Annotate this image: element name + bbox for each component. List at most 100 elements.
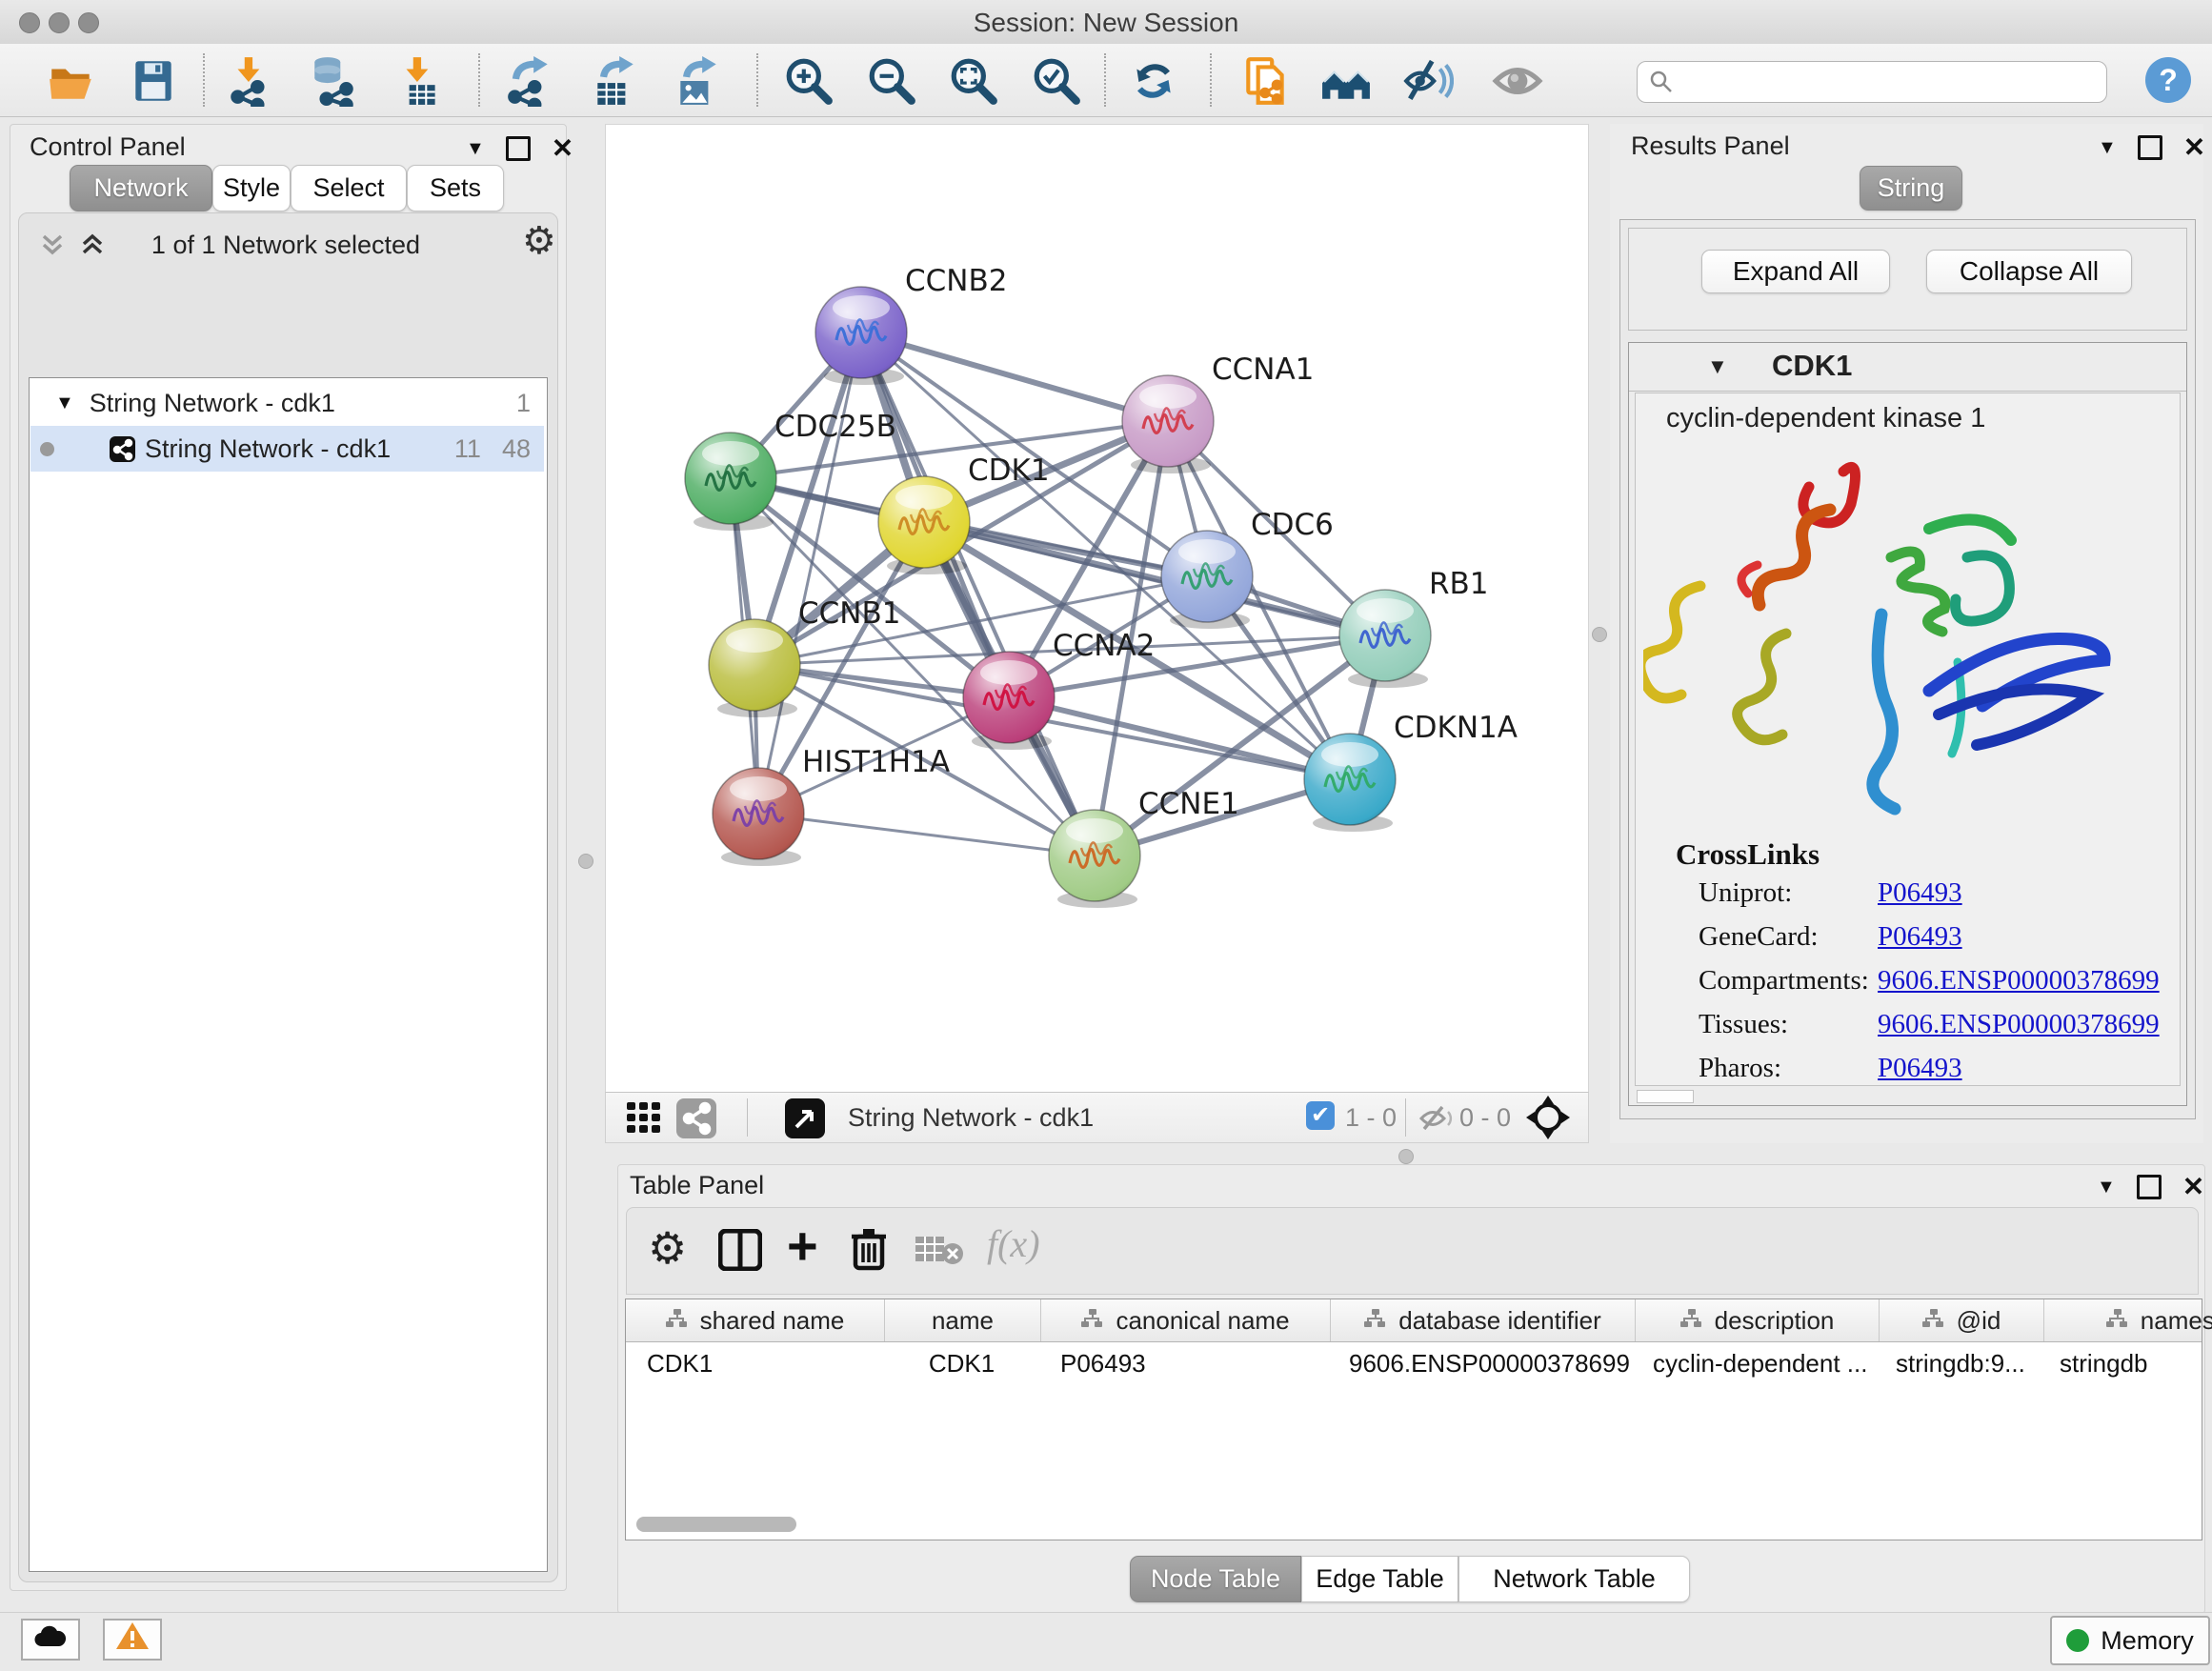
crosslink-link[interactable]: 9606.ENSP00000378699: [1878, 1009, 2160, 1040]
zoom-fit-icon[interactable]: [948, 55, 999, 107]
zoom-in-icon[interactable]: [783, 55, 835, 107]
table-hscrollbar[interactable]: [636, 1517, 796, 1532]
tab-style[interactable]: Style: [212, 165, 291, 211]
export-network-icon[interactable]: [504, 55, 555, 107]
tab-edge-table[interactable]: Edge Table: [1301, 1556, 1458, 1602]
search-input[interactable]: [1637, 61, 2107, 103]
zoom-out-icon[interactable]: [866, 55, 917, 107]
cloud-status-icon[interactable]: [21, 1619, 80, 1661]
float-panel-icon[interactable]: [506, 136, 531, 161]
node-CCNB1[interactable]: CCNB1: [709, 596, 900, 717]
section-expand-icon[interactable]: ▼: [1707, 354, 1728, 379]
close-panel-icon[interactable]: ✕: [2183, 138, 2205, 157]
network-collection-row[interactable]: ▼ String Network - cdk1 1: [30, 380, 544, 426]
expand-all-button[interactable]: Expand All: [1701, 250, 1890, 293]
warning-status-icon[interactable]: [103, 1619, 162, 1661]
node-RB1[interactable]: RB1: [1339, 567, 1489, 688]
edge-CCNB2-CCNA1[interactable]: [861, 332, 1168, 421]
column-header-database-identifier[interactable]: database identifier: [1331, 1299, 1636, 1341]
network-row[interactable]: String Network - cdk1 11 48: [30, 426, 544, 472]
tab-network-table[interactable]: Network Table: [1458, 1556, 1690, 1602]
open-session-icon[interactable]: [46, 55, 97, 107]
column-header-namespace[interactable]: namespace: [2044, 1299, 2212, 1341]
column-label: canonical name: [1116, 1306, 1289, 1336]
show-all-icon[interactable]: [1492, 55, 1543, 107]
import-network-icon[interactable]: [225, 55, 276, 107]
import-network-from-database-icon[interactable]: [308, 55, 359, 107]
tab-sets[interactable]: Sets: [407, 165, 504, 211]
open-in-new-window-icon[interactable]: [785, 1098, 825, 1138]
crosslink-link[interactable]: 9606.ENSP00000378699: [1878, 965, 2160, 997]
table-cell[interactable]: CDK1: [626, 1342, 884, 1384]
network-view-toolbar: String Network - cdk1 ✔ 1 - 0 0 - 0: [605, 1092, 1589, 1143]
results-hscrollbar[interactable]: [1637, 1090, 1694, 1103]
crosslink-link[interactable]: P06493: [1878, 1053, 1962, 1084]
share-network-icon[interactable]: [676, 1098, 716, 1138]
toolbar-divider: [756, 53, 758, 107]
crosslink-link[interactable]: P06493: [1878, 921, 1962, 953]
column-header-description[interactable]: description: [1636, 1299, 1880, 1341]
float-panel-icon[interactable]: [2138, 135, 2162, 160]
expand-all-networks-icon[interactable]: [78, 231, 107, 264]
table-options-gear-icon[interactable]: ⚙: [648, 1223, 687, 1273]
node-CCNE1[interactable]: CCNE1: [1049, 787, 1239, 908]
table-cell[interactable]: 9606.ENSP00000378699: [1328, 1342, 1632, 1384]
close-panel-icon[interactable]: ✕: [2182, 1178, 2204, 1197]
table-cell[interactable]: cyclin-dependent ...: [1632, 1342, 1875, 1384]
table-cell[interactable]: stringdb: [2039, 1342, 2212, 1384]
collapse-all-networks-icon[interactable]: [38, 231, 67, 264]
column-header-@id[interactable]: @id: [1880, 1299, 2044, 1341]
right-splitter-handle[interactable]: [1592, 627, 1607, 642]
string-home-icon[interactable]: [1320, 55, 1372, 107]
function-builder-icon[interactable]: f(x): [987, 1221, 1040, 1266]
float-panel-icon[interactable]: [2137, 1175, 2162, 1199]
hidden-eye-icon[interactable]: [1418, 1104, 1456, 1137]
delete-table-icon[interactable]: [915, 1233, 964, 1272]
close-panel-icon[interactable]: ✕: [552, 139, 573, 158]
current-network-dot: [40, 442, 54, 456]
collection-expand-icon[interactable]: ▼: [55, 393, 74, 414]
collapse-all-button[interactable]: Collapse All: [1926, 250, 2132, 293]
left-splitter-handle[interactable]: [578, 854, 593, 869]
collapse-panel-icon[interactable]: ▼: [2097, 1177, 2116, 1198]
column-header-shared-name[interactable]: shared name: [626, 1299, 885, 1341]
import-table-icon[interactable]: [393, 55, 445, 107]
node-HIST1H1A[interactable]: HIST1H1A: [713, 745, 950, 866]
birdseye-view-icon[interactable]: [1526, 1096, 1570, 1144]
help-button[interactable]: ?: [2145, 57, 2191, 103]
collapse-panel-icon[interactable]: ▼: [466, 138, 485, 160]
selected-checkbox-icon[interactable]: ✔: [1306, 1101, 1335, 1130]
bottom-splitter-handle[interactable]: [1398, 1149, 1414, 1164]
export-table-icon[interactable]: [590, 55, 641, 107]
memory-button[interactable]: Memory: [2050, 1616, 2210, 1665]
node-CCNA1[interactable]: CCNA1: [1122, 352, 1314, 473]
edge-HIST1H1A-CCNE1[interactable]: [758, 814, 1095, 856]
export-image-icon[interactable]: [673, 55, 724, 107]
save-session-icon[interactable]: [128, 55, 179, 107]
node-CDKN1A[interactable]: CDKN1A: [1304, 711, 1518, 832]
add-column-icon[interactable]: +: [787, 1219, 818, 1273]
delete-column-icon[interactable]: [850, 1227, 888, 1276]
show-columns-icon[interactable]: [718, 1229, 762, 1276]
tab-node-table[interactable]: Node Table: [1130, 1556, 1301, 1602]
refresh-icon[interactable]: [1128, 55, 1179, 107]
tab-select[interactable]: Select: [291, 165, 407, 211]
table-cell[interactable]: P06493: [1039, 1342, 1328, 1384]
hide-selected-icon[interactable]: [1402, 55, 1454, 107]
collapse-panel-icon[interactable]: ▼: [2098, 137, 2117, 159]
network-options-gear-icon[interactable]: ⚙: [522, 219, 556, 263]
tab-network[interactable]: Network: [70, 165, 212, 211]
gene-section-header[interactable]: ▼ CDK1: [1629, 343, 2186, 392]
table-cell[interactable]: stringdb:9...: [1875, 1342, 2039, 1384]
share-documents-icon[interactable]: [1240, 55, 1292, 107]
column-header-canonical-name[interactable]: canonical name: [1041, 1299, 1331, 1341]
crosslink-link[interactable]: P06493: [1878, 877, 1962, 909]
network-canvas[interactable]: CCNB2CCNA1CDC25BCDK1CDC6RB1CCNB1CCNA2CDK…: [605, 124, 1589, 1093]
grid-view-icon[interactable]: [627, 1102, 661, 1139]
zoom-selected-icon[interactable]: [1031, 55, 1082, 107]
column-header-name[interactable]: name: [885, 1299, 1041, 1341]
tab-string[interactable]: String: [1860, 166, 1962, 211]
edge-CCNB2-HIST1H1A[interactable]: [758, 332, 861, 814]
table-row[interactable]: CDK1CDK1P064939606.ENSP00000378699cyclin…: [626, 1342, 2202, 1384]
table-cell[interactable]: CDK1: [884, 1342, 1039, 1384]
